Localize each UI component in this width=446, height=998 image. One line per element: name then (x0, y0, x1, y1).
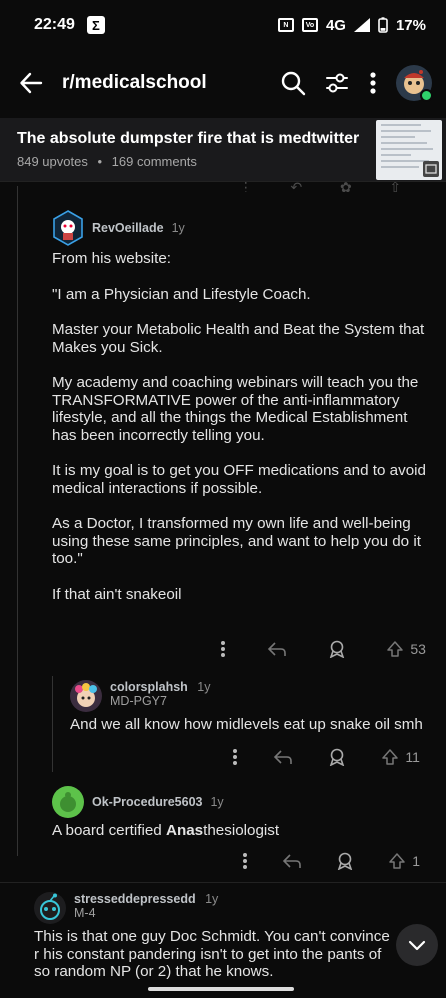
post-upvotes: 849 upvotes (17, 154, 88, 169)
comment-age: 1y (197, 680, 211, 694)
colorful-avatar-icon (75, 683, 97, 707)
comment-body: This is that one guy Doc Schmidt. You ca… (34, 928, 390, 980)
comment-username[interactable]: RevOeillade (92, 221, 164, 235)
user-flair: M-4 (74, 906, 96, 920)
next-comment-button[interactable] (396, 924, 438, 966)
post-header[interactable]: The absolute dumpster fire that is medtw… (0, 118, 446, 182)
search-icon[interactable] (280, 70, 306, 96)
comment-paragraph: From his website: (52, 250, 172, 267)
comment-colorsplahsh: colorsplahsh 1y MD-PGY7 And we all know … (0, 680, 446, 734)
user-avatar[interactable] (396, 65, 433, 102)
comment-paragraph: Master your Metabolic Health and Beat th… (52, 321, 425, 356)
comment-avatar[interactable] (52, 210, 84, 246)
more-options-icon[interactable] (368, 70, 378, 96)
comment-username[interactable]: Ok-Procedure5603 (92, 795, 202, 809)
comment-body: And we all know how midlevels eat up sna… (70, 716, 423, 733)
comment-body: From his website: "I am a Physician and … (52, 250, 428, 603)
award-icon[interactable] (328, 748, 346, 766)
home-indicator[interactable] (148, 987, 294, 991)
chevron-down-icon (408, 940, 426, 951)
subreddit-title[interactable]: r/medicalschool (62, 72, 280, 94)
volte-icon: Vo (301, 18, 318, 32)
comment-body: A board certified Anasthesiologist (52, 822, 428, 840)
comment-text-bold: Anas (165, 822, 204, 839)
comment-paragraph: My academy and coaching webinars will te… (52, 374, 419, 444)
more-options-icon[interactable] (232, 748, 238, 766)
previous-comment-actions: ⋮ ↶ ✿ ⇧ (220, 182, 420, 192)
upvote-icon[interactable] (386, 640, 404, 658)
upvote-icon-faded: ⇧ (389, 182, 402, 192)
comment-username[interactable]: colorsplahsh (110, 680, 188, 694)
signal-icon (353, 18, 370, 32)
comment-paragraph: It is my goal is to get you OFF medicati… (52, 462, 426, 497)
reply-icon[interactable] (282, 853, 302, 869)
cyan-snoo-avatar-icon (40, 893, 60, 920)
upvote-icon[interactable] (381, 748, 399, 766)
battery-icon (378, 17, 388, 33)
comment-actions: 11 (232, 746, 420, 768)
battery-percent: 17% (395, 16, 426, 34)
comment-actions: 1 (242, 850, 420, 872)
sigma-notification-icon: Σ (86, 16, 105, 34)
hexagon-snoo-avatar-icon (53, 210, 83, 246)
status-time: 22:49 (34, 16, 75, 33)
vote-count: 53 (410, 641, 426, 657)
comment-age: 1y (171, 221, 185, 235)
status-bar: 22:49 Σ N Vo 4G 17% (0, 0, 446, 50)
comment-username[interactable]: stresseddepressedd (74, 892, 196, 906)
award-icon[interactable] (328, 640, 346, 658)
vote-count: 1 (412, 853, 420, 869)
vote-count: 11 (405, 749, 420, 765)
meta-separator: • (97, 154, 103, 169)
upvote-icon[interactable] (388, 852, 406, 870)
gallery-icon (423, 161, 439, 177)
user-flair: MD-PGY7 (110, 694, 167, 708)
comment-paragraph: As a Doctor, I transformed my own life a… (52, 515, 421, 567)
award-icon-faded: ✿ (339, 182, 352, 192)
comment-stresseddepressedd: stresseddepressedd 1y M-4 This is that o… (0, 892, 446, 982)
online-status-dot (420, 89, 433, 102)
comment-paragraph: If that ain't snakeoil (52, 585, 182, 603)
reply-icon[interactable] (273, 749, 293, 765)
app-bar: r/medicalschool (0, 52, 446, 114)
green-snoo-avatar-icon (60, 792, 76, 812)
network-type: 4G (325, 16, 346, 34)
more-icon-faded: ⋮ (238, 182, 253, 192)
comment-text-plain: A board certified (52, 822, 166, 839)
comment-actions: 53 (220, 638, 426, 660)
comment-avatar[interactable] (52, 786, 84, 818)
post-thumbnail[interactable] (376, 120, 442, 180)
reply-icon-faded: ↶ (290, 182, 303, 192)
comment-avatar[interactable] (70, 680, 102, 712)
more-options-icon[interactable] (220, 640, 226, 658)
award-icon[interactable] (336, 852, 354, 870)
comment-text-plain: thesiologist (203, 822, 280, 839)
comment-age: 1y (210, 795, 224, 809)
comment-age: 1y (205, 892, 219, 906)
nfc-icon: N (277, 18, 294, 32)
back-arrow-icon[interactable] (18, 70, 44, 96)
thread-separator (0, 882, 446, 883)
comment-avatar[interactable] (34, 892, 66, 924)
sort-filter-icon[interactable] (324, 70, 350, 96)
reply-icon[interactable] (267, 641, 287, 657)
comment-revoeillade: RevOeillade 1y From his website: "I am a… (0, 210, 446, 621)
more-options-icon[interactable] (242, 852, 248, 870)
comment-ok-procedure5603: Ok-Procedure5603 1y A board certified An… (0, 786, 446, 840)
comment-paragraph: "I am a Physician and Lifestyle Coach. (52, 285, 311, 303)
post-comment-count: 169 comments (111, 154, 197, 169)
